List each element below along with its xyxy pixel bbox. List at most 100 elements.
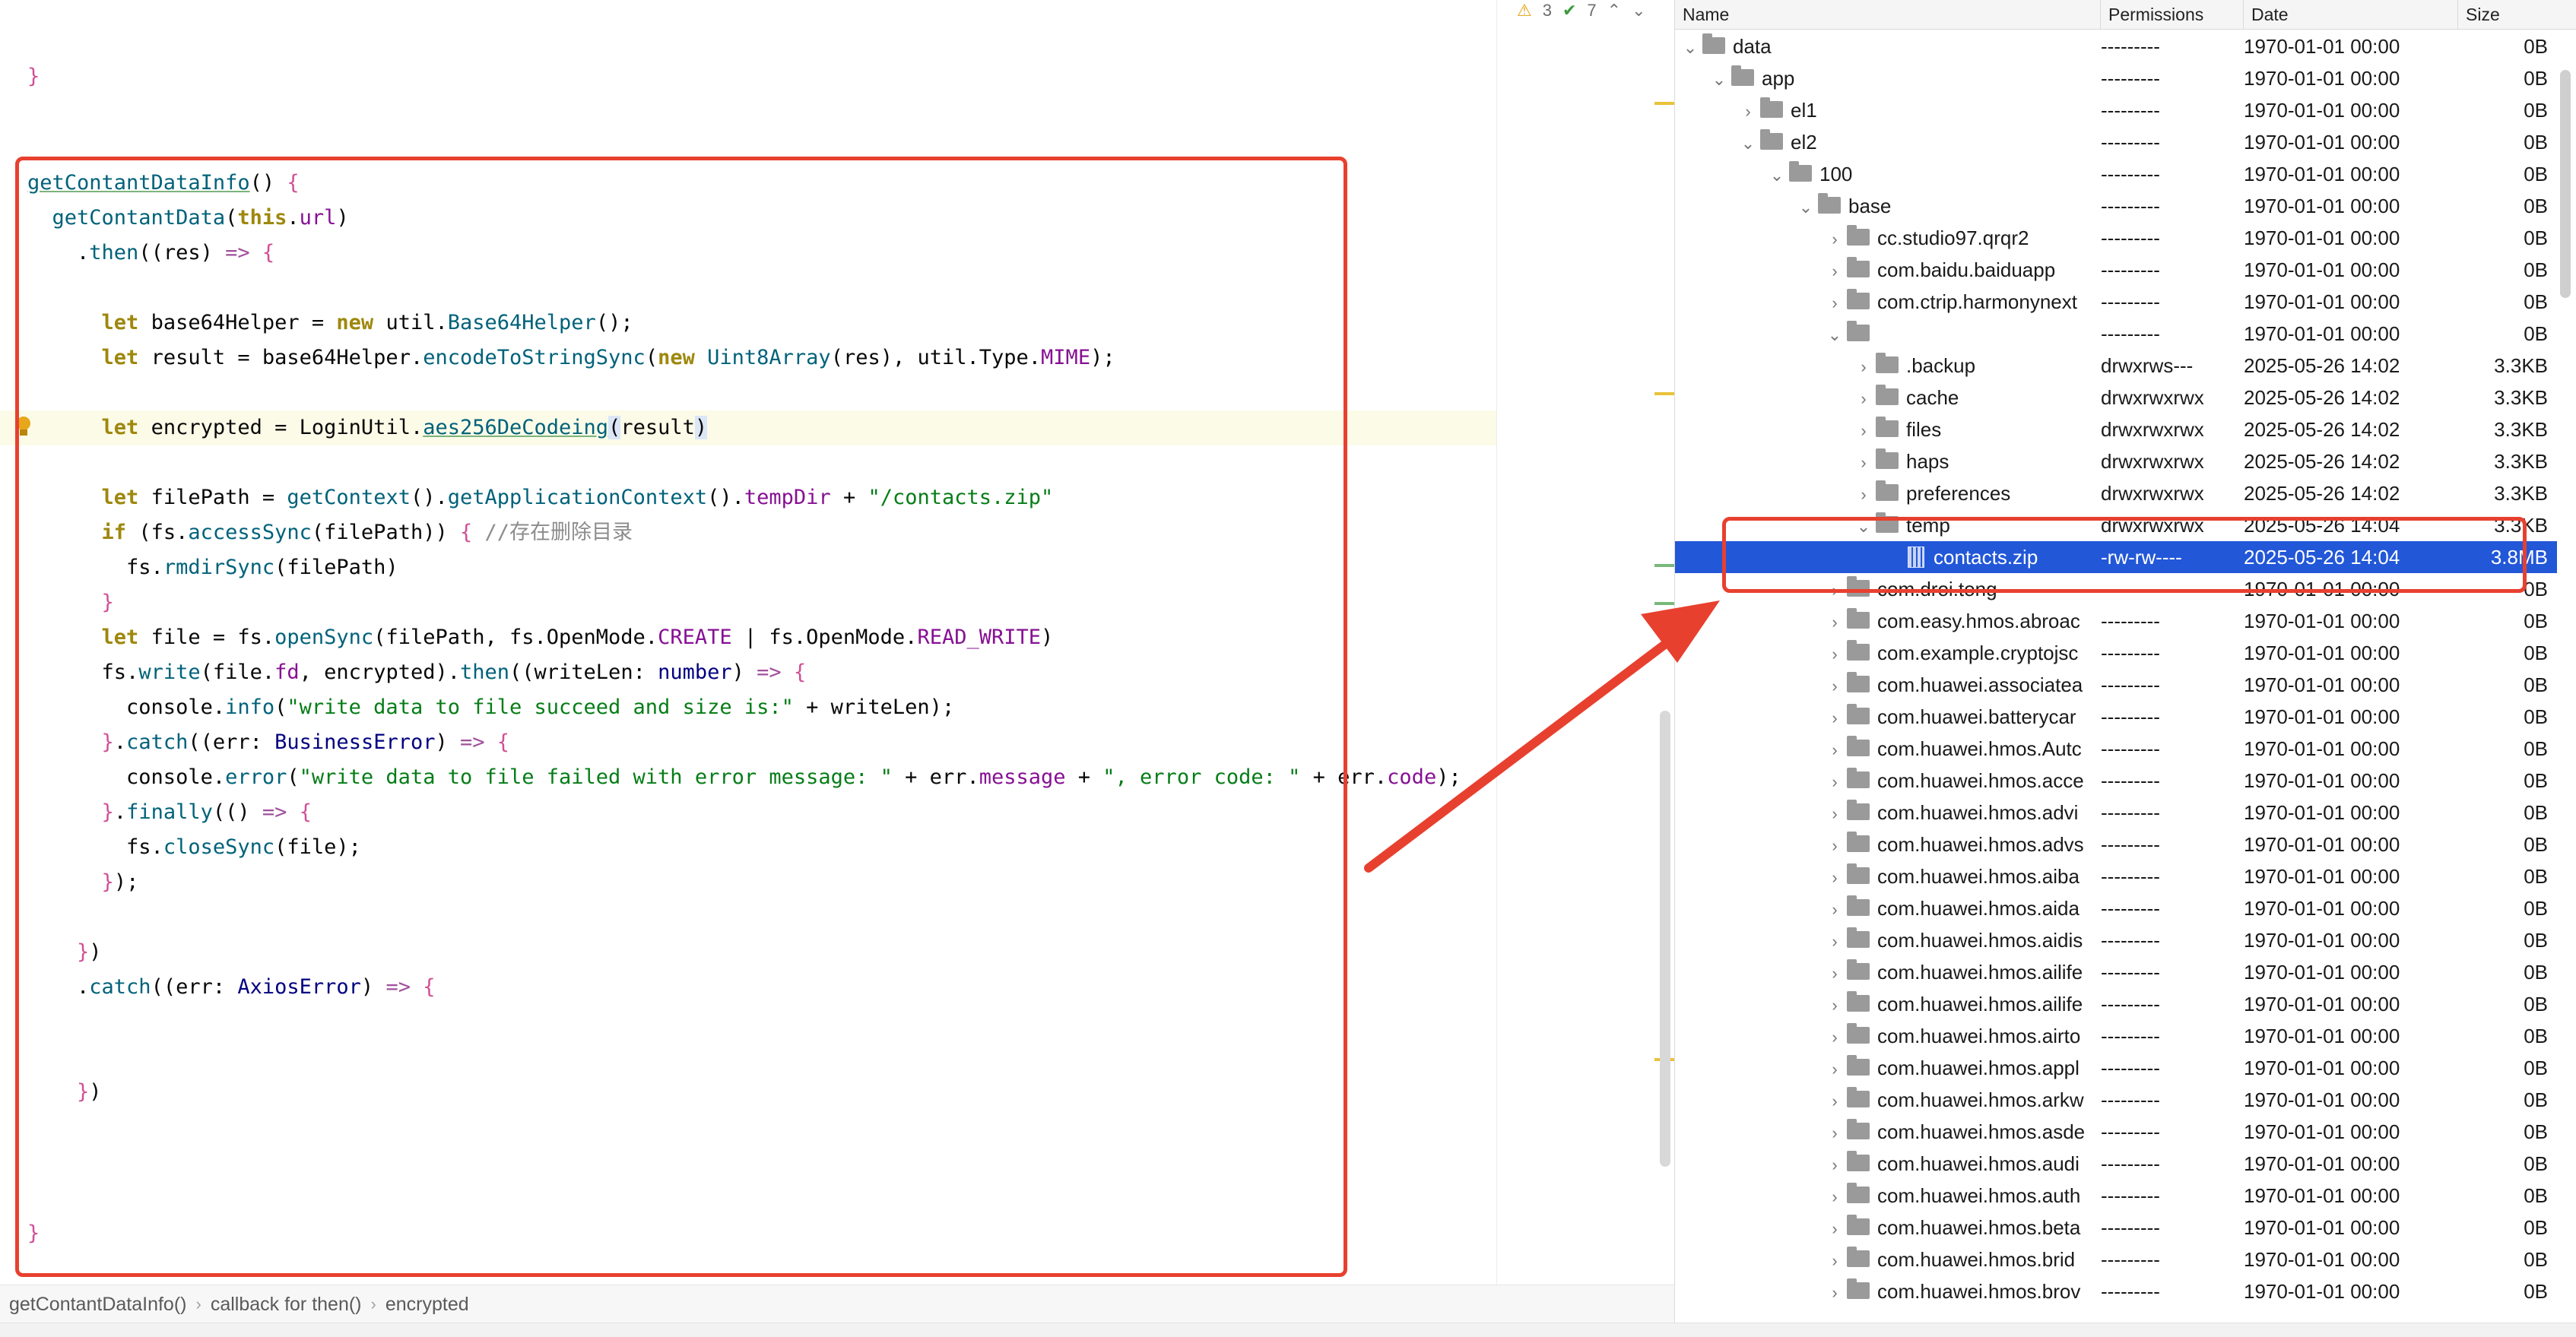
chevron-right-icon[interactable]: › <box>1827 958 1842 988</box>
chevron-up-icon[interactable]: ⌃ <box>1607 1 1621 21</box>
file-row[interactable]: ⌄ app --------- 1970-01-01 00:00 0B <box>1675 62 2557 94</box>
chevron-right-icon[interactable]: › <box>1827 670 1842 701</box>
file-row[interactable]: › com.huawei.hmos.ailife --------- 1970-01-… <box>1675 988 2557 1020</box>
file-row[interactable]: › com.easy.hmos.abroac --------- 1970-01-01… <box>1675 605 2557 637</box>
file-row[interactable]: ⌄ --------- 1970-01-01 00:00 0B <box>1675 318 2557 350</box>
chevron-down-icon[interactable]: ⌄ <box>1712 64 1727 94</box>
file-row[interactable]: › com.ctrip.harmonynext --------- 1970-01-0… <box>1675 286 2557 318</box>
chevron-right-icon[interactable]: › <box>1827 766 1842 797</box>
file-row[interactable]: › preferences drwxrwxrwx 2025-05-26 14:02 3.… <box>1675 477 2557 509</box>
breadcrumb-item[interactable]: getContantDataInfo() <box>0 1294 195 1316</box>
inspection-widget[interactable]: ⚠ 3 ✔ 7 ⌃ ⌄ <box>1517 0 1646 21</box>
file-row[interactable]: › com.huawei.hmos.aiba --------- 1970-01-01… <box>1675 860 2557 892</box>
chevron-right-icon[interactable]: › <box>1740 96 1756 126</box>
breadcrumb-item[interactable]: encrypted <box>376 1294 478 1316</box>
file-row[interactable]: › com.huawei.hmos.brov --------- 1970-01-01… <box>1675 1275 2557 1307</box>
info-stripe-mark[interactable] <box>1654 602 1674 605</box>
warning-stripe-mark[interactable] <box>1654 102 1674 105</box>
chevron-right-icon[interactable]: › <box>1827 1022 1842 1052</box>
file-row[interactable]: ⌄ 100 --------- 1970-01-01 00:00 0B <box>1675 158 2557 190</box>
chevron-down-icon[interactable]: ⌄ <box>1632 1 1645 21</box>
device-file-explorer[interactable]: Name Permissions Date Size ⌄ data --------… <box>1674 0 2576 1323</box>
chevron-right-icon[interactable]: › <box>1856 415 1871 445</box>
chevron-right-icon[interactable]: › <box>1827 287 1842 318</box>
breadcrumb-item[interactable]: callback for then() <box>201 1294 371 1316</box>
file-row[interactable]: ⌄ el2 --------- 1970-01-01 00:00 0B <box>1675 126 2557 158</box>
chevron-right-icon[interactable]: › <box>1827 798 1842 828</box>
column-header-permissions[interactable]: Permissions <box>2101 0 2244 29</box>
file-name-cell: › com.huawei.hmos.asde <box>1675 1116 2101 1148</box>
explorer-scrollbar[interactable] <box>2557 30 2574 1323</box>
warning-icon[interactable]: ⚠ <box>1517 1 1532 21</box>
info-stripe-mark[interactable] <box>1654 564 1674 567</box>
file-tree[interactable]: ⌄ data --------- 1970-01-01 00:00 0B ⌄ app ----… <box>1675 30 2576 1323</box>
file-row[interactable]: › com.huawei.associatea --------- 1970-01-0… <box>1675 669 2557 701</box>
file-row[interactable]: › com.huawei.hmos.airto --------- 1970-01-0… <box>1675 1020 2557 1052</box>
file-row[interactable]: › com.huawei.hmos.appl --------- 1970-01-01… <box>1675 1052 2557 1084</box>
chevron-down-icon[interactable]: ⌄ <box>1683 32 1698 62</box>
chevron-right-icon[interactable]: › <box>1827 607 1842 637</box>
chevron-right-icon[interactable]: › <box>1827 990 1842 1020</box>
file-name: com.huawei.hmos.arkw <box>1877 1088 2084 1111</box>
file-row[interactable]: › com.baidu.baiduapp --------- 1970-01-01 0… <box>1675 254 2557 286</box>
file-row[interactable]: › files drwxrwxrwx 2025-05-26 14:02 3.3KB <box>1675 413 2557 445</box>
file-row[interactable]: › com.huawei.hmos.brid --------- 1970-01-01… <box>1675 1244 2557 1275</box>
chevron-right-icon[interactable]: › <box>1827 638 1842 669</box>
chevron-right-icon[interactable]: › <box>1827 734 1842 765</box>
file-row[interactable]: › com.huawei.hmos.auth --------- 1970-01-01… <box>1675 1180 2557 1212</box>
file-row[interactable]: › com.huawei.hmos.aidis --------- 1970-01-0… <box>1675 924 2557 956</box>
chevron-right-icon[interactable]: › <box>1827 894 1842 924</box>
column-header-size[interactable]: Size <box>2458 0 2576 29</box>
chevron-down-icon[interactable]: ⌄ <box>1740 128 1756 158</box>
file-row[interactable]: › com.example.cryptojsc --------- 1970-01-0… <box>1675 637 2557 669</box>
chevron-right-icon[interactable]: › <box>1827 1053 1842 1084</box>
chevron-right-icon[interactable]: › <box>1827 255 1842 286</box>
chevron-right-icon[interactable]: › <box>1856 383 1871 413</box>
file-row[interactable]: › cc.studio97.qrqr2 --------- 1970-01-01 00… <box>1675 222 2557 254</box>
file-row[interactable]: › com.huawei.hmos.acce --------- 1970-01-01… <box>1675 765 2557 797</box>
chevron-right-icon[interactable]: › <box>1827 1149 1842 1180</box>
file-row[interactable]: › com.huawei.hmos.advi --------- 1970-01-01… <box>1675 797 2557 828</box>
chevron-right-icon[interactable]: › <box>1827 1085 1842 1116</box>
warning-stripe-mark[interactable] <box>1654 392 1674 395</box>
chevron-right-icon[interactable]: › <box>1856 479 1871 509</box>
chevron-down-icon[interactable]: ⌄ <box>1769 160 1784 190</box>
file-row[interactable]: › cache drwxrwxrwx 2025-05-26 14:02 3.3KB <box>1675 382 2557 413</box>
chevron-down-icon[interactable]: ⌄ <box>1827 319 1842 350</box>
chevron-right-icon[interactable]: › <box>1827 862 1842 892</box>
file-row[interactable]: ⌄ data --------- 1970-01-01 00:00 0B <box>1675 30 2557 62</box>
file-row[interactable]: › .backup drwxrws--- 2025-05-26 14:02 3.3KB <box>1675 350 2557 382</box>
chevron-right-icon[interactable]: › <box>1827 1117 1842 1148</box>
chevron-right-icon[interactable]: › <box>1856 351 1871 382</box>
chevron-right-icon[interactable]: › <box>1827 1277 1842 1307</box>
file-row[interactable]: › com.huawei.hmos.aida --------- 1970-01-01… <box>1675 892 2557 924</box>
file-row[interactable]: › com.huawei.hmos.Autc --------- 1970-01-01… <box>1675 733 2557 765</box>
chevron-right-icon[interactable]: › <box>1856 447 1871 477</box>
file-row[interactable]: › el1 --------- 1970-01-01 00:00 0B <box>1675 94 2557 126</box>
file-row[interactable]: › com.huawei.hmos.beta --------- 1970-01-01… <box>1675 1212 2557 1244</box>
chevron-right-icon[interactable]: › <box>1827 926 1842 956</box>
column-header-date[interactable]: Date <box>2244 0 2458 29</box>
chevron-right-icon[interactable]: › <box>1827 702 1842 733</box>
file-row[interactable]: › haps drwxrwxrwx 2025-05-26 14:02 3.3KB <box>1675 445 2557 477</box>
code-line[interactable]: } <box>0 59 40 94</box>
chevron-right-icon[interactable]: › <box>1827 1213 1842 1244</box>
chevron-right-icon[interactable]: › <box>1827 1181 1842 1212</box>
file-permissions: drwxrwxrwx <box>2101 482 2204 505</box>
file-row[interactable]: › com.huawei.hmos.advs --------- 1970-01-01… <box>1675 828 2557 860</box>
file-row[interactable]: › com.huawei.hmos.ailife --------- 1970-01-… <box>1675 956 2557 988</box>
chevron-down-icon[interactable]: ⌄ <box>1798 192 1813 222</box>
editor-scrollbar[interactable] <box>1660 711 1670 1167</box>
explorer-scroll-thumb[interactable] <box>2560 70 2571 298</box>
column-header-name[interactable]: Name <box>1675 0 2101 29</box>
code-editor[interactable]: } getContantDataInfo() { getContantData(t… <box>0 0 1674 1336</box>
file-row[interactable]: › com.huawei.hmos.audi --------- 1970-01-01… <box>1675 1148 2557 1180</box>
file-row[interactable]: › com.huawei.hmos.arkw --------- 1970-01-01… <box>1675 1084 2557 1116</box>
check-icon[interactable]: ✔ <box>1562 1 1576 21</box>
file-row[interactable]: › com.huawei.batterycar --------- 1970-01-0… <box>1675 701 2557 733</box>
chevron-right-icon[interactable]: › <box>1827 830 1842 860</box>
chevron-right-icon[interactable]: › <box>1827 1245 1842 1275</box>
file-row[interactable]: › com.huawei.hmos.asde --------- 1970-01-01… <box>1675 1116 2557 1148</box>
chevron-right-icon[interactable]: › <box>1827 223 1842 254</box>
file-row[interactable]: ⌄ base --------- 1970-01-01 00:00 0B <box>1675 190 2557 222</box>
